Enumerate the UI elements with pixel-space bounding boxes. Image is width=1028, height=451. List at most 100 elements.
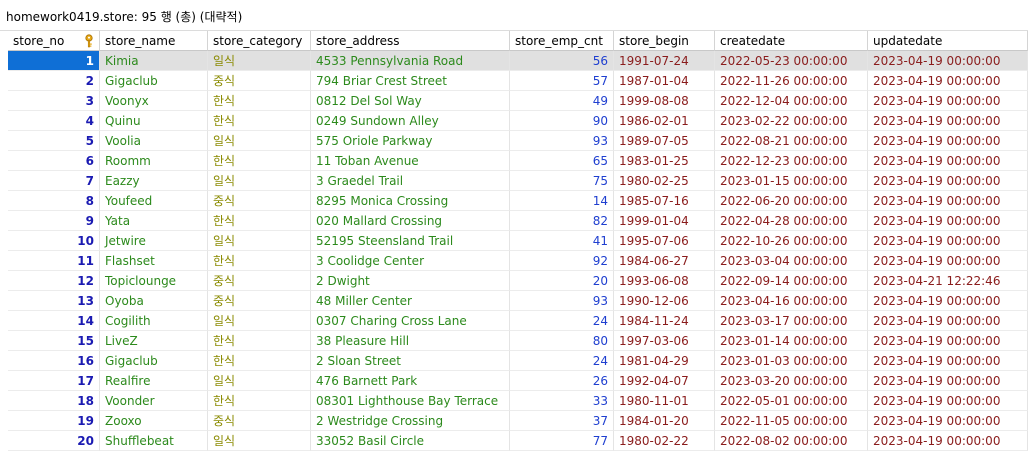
- cell-store-address[interactable]: 3 Coolidge Center: [311, 251, 510, 271]
- cell-store-emp-cnt[interactable]: 24: [510, 311, 614, 331]
- cell-store-no[interactable]: 8: [8, 191, 100, 211]
- table-row[interactable]: 4 Quinu 한식 0249 Sundown Alley 90 1986-02-01 20…: [8, 111, 1028, 131]
- table-row[interactable]: 7 Eazzy 일식 3 Graedel Trail 75 1980-02-25 2023-…: [8, 171, 1028, 191]
- cell-store-category[interactable]: 일식: [208, 131, 311, 151]
- cell-store-emp-cnt[interactable]: 75: [510, 171, 614, 191]
- cell-updatedate[interactable]: 2023-04-19 00:00:00: [868, 171, 1028, 191]
- cell-createdate[interactable]: 2023-03-20 00:00:00: [715, 371, 868, 391]
- cell-store-emp-cnt[interactable]: 37: [510, 411, 614, 431]
- cell-createdate[interactable]: 2022-10-26 00:00:00: [715, 231, 868, 251]
- cell-store-emp-cnt[interactable]: 49: [510, 91, 614, 111]
- cell-createdate[interactable]: 2022-11-05 00:00:00: [715, 411, 868, 431]
- cell-store-no[interactable]: 15: [8, 331, 100, 351]
- cell-store-category[interactable]: 중식: [208, 191, 311, 211]
- cell-updatedate[interactable]: 2023-04-19 00:00:00: [868, 51, 1028, 71]
- cell-store-name[interactable]: Topiclounge: [100, 271, 208, 291]
- cell-store-address[interactable]: 11 Toban Avenue: [311, 151, 510, 171]
- cell-createdate[interactable]: 2022-08-21 00:00:00: [715, 131, 868, 151]
- cell-createdate[interactable]: 2023-04-16 00:00:00: [715, 291, 868, 311]
- column-header-store-emp-cnt[interactable]: store_emp_cnt: [510, 31, 614, 51]
- cell-store-no[interactable]: 10: [8, 231, 100, 251]
- cell-store-no[interactable]: 1: [8, 51, 100, 71]
- cell-updatedate[interactable]: 2023-04-19 00:00:00: [868, 91, 1028, 111]
- cell-updatedate[interactable]: 2023-04-21 12:22:46: [868, 271, 1028, 291]
- cell-store-address[interactable]: 08301 Lighthouse Bay Terrace: [311, 391, 510, 411]
- cell-store-category[interactable]: 한식: [208, 391, 311, 411]
- cell-createdate[interactable]: 2022-05-23 00:00:00: [715, 51, 868, 71]
- cell-updatedate[interactable]: 2023-04-19 00:00:00: [868, 311, 1028, 331]
- cell-createdate[interactable]: 2022-12-23 00:00:00: [715, 151, 868, 171]
- table-row[interactable]: 5 Voolia 일식 575 Oriole Parkway 93 1989-07-05 2…: [8, 131, 1028, 151]
- cell-store-category[interactable]: 한식: [208, 331, 311, 351]
- cell-store-begin[interactable]: 1987-01-04: [614, 71, 715, 91]
- cell-store-begin[interactable]: 1980-02-25: [614, 171, 715, 191]
- cell-store-emp-cnt[interactable]: 77: [510, 431, 614, 451]
- cell-store-emp-cnt[interactable]: 26: [510, 371, 614, 391]
- cell-store-name[interactable]: Gigaclub: [100, 71, 208, 91]
- cell-store-category[interactable]: 한식: [208, 151, 311, 171]
- cell-store-category[interactable]: 중식: [208, 271, 311, 291]
- cell-store-name[interactable]: Kimia: [100, 51, 208, 71]
- cell-store-begin[interactable]: 1984-06-27: [614, 251, 715, 271]
- cell-store-no[interactable]: 18: [8, 391, 100, 411]
- cell-store-no[interactable]: 2: [8, 71, 100, 91]
- cell-store-no[interactable]: 19: [8, 411, 100, 431]
- cell-store-begin[interactable]: 1995-07-06: [614, 231, 715, 251]
- cell-createdate[interactable]: 2022-05-01 00:00:00: [715, 391, 868, 411]
- cell-store-begin[interactable]: 1984-01-20: [614, 411, 715, 431]
- column-header-store-address[interactable]: store_address: [311, 31, 510, 51]
- cell-store-name[interactable]: Shufflebeat: [100, 431, 208, 451]
- cell-createdate[interactable]: 2022-09-14 00:00:00: [715, 271, 868, 291]
- cell-store-no[interactable]: 20: [8, 431, 100, 451]
- cell-store-begin[interactable]: 1989-07-05: [614, 131, 715, 151]
- cell-store-address[interactable]: 794 Briar Crest Street: [311, 71, 510, 91]
- cell-createdate[interactable]: 2022-12-04 00:00:00: [715, 91, 868, 111]
- cell-store-no[interactable]: 17: [8, 371, 100, 391]
- cell-store-begin[interactable]: 1986-02-01: [614, 111, 715, 131]
- table-row[interactable]: 1 Kimia 일식 4533 Pennsylvania Road 56 1991-07-…: [8, 51, 1028, 71]
- cell-store-emp-cnt[interactable]: 93: [510, 291, 614, 311]
- cell-store-emp-cnt[interactable]: 92: [510, 251, 614, 271]
- cell-updatedate[interactable]: 2023-04-19 00:00:00: [868, 371, 1028, 391]
- cell-store-no[interactable]: 3: [8, 91, 100, 111]
- cell-createdate[interactable]: 2022-06-20 00:00:00: [715, 191, 868, 211]
- cell-updatedate[interactable]: 2023-04-19 00:00:00: [868, 71, 1028, 91]
- column-header-updatedate[interactable]: updatedate: [868, 31, 1028, 51]
- cell-createdate[interactable]: 2023-01-03 00:00:00: [715, 351, 868, 371]
- cell-store-begin[interactable]: 1984-11-24: [614, 311, 715, 331]
- cell-store-name[interactable]: Voonder: [100, 391, 208, 411]
- cell-store-address[interactable]: 38 Pleasure Hill: [311, 331, 510, 351]
- cell-updatedate[interactable]: 2023-04-19 00:00:00: [868, 231, 1028, 251]
- table-row[interactable]: 20 Shufflebeat 일식 33052 Basil Circle 77 1980-…: [8, 431, 1028, 451]
- cell-store-address[interactable]: 2 Sloan Street: [311, 351, 510, 371]
- cell-store-begin[interactable]: 1993-06-08: [614, 271, 715, 291]
- cell-store-address[interactable]: 575 Oriole Parkway: [311, 131, 510, 151]
- cell-store-category[interactable]: 한식: [208, 351, 311, 371]
- cell-store-name[interactable]: Roomm: [100, 151, 208, 171]
- cell-updatedate[interactable]: 2023-04-19 00:00:00: [868, 411, 1028, 431]
- cell-store-begin[interactable]: 1980-02-22: [614, 431, 715, 451]
- cell-store-name[interactable]: Yata: [100, 211, 208, 231]
- cell-createdate[interactable]: 2023-01-14 00:00:00: [715, 331, 868, 351]
- table-row[interactable]: 19 Zooxo 중식 2 Westridge Crossing 37 1984-01-2…: [8, 411, 1028, 431]
- cell-updatedate[interactable]: 2023-04-19 00:00:00: [868, 151, 1028, 171]
- data-grid[interactable]: store_no store_name store_category store…: [8, 31, 1028, 451]
- cell-store-no[interactable]: 12: [8, 271, 100, 291]
- cell-createdate[interactable]: 2022-11-26 00:00:00: [715, 71, 868, 91]
- cell-store-emp-cnt[interactable]: 65: [510, 151, 614, 171]
- cell-store-category[interactable]: 중식: [208, 411, 311, 431]
- cell-store-category[interactable]: 일식: [208, 371, 311, 391]
- cell-store-name[interactable]: Gigaclub: [100, 351, 208, 371]
- cell-store-emp-cnt[interactable]: 14: [510, 191, 614, 211]
- cell-store-category[interactable]: 일식: [208, 51, 311, 71]
- cell-updatedate[interactable]: 2023-04-19 00:00:00: [868, 111, 1028, 131]
- cell-store-category[interactable]: 일식: [208, 431, 311, 451]
- cell-store-begin[interactable]: 1992-04-07: [614, 371, 715, 391]
- cell-updatedate[interactable]: 2023-04-19 00:00:00: [868, 391, 1028, 411]
- cell-store-category[interactable]: 일식: [208, 171, 311, 191]
- cell-createdate[interactable]: 2023-02-22 00:00:00: [715, 111, 868, 131]
- cell-updatedate[interactable]: 2023-04-19 00:00:00: [868, 191, 1028, 211]
- cell-store-begin[interactable]: 1985-07-16: [614, 191, 715, 211]
- cell-store-name[interactable]: Voonyx: [100, 91, 208, 111]
- cell-store-name[interactable]: Quinu: [100, 111, 208, 131]
